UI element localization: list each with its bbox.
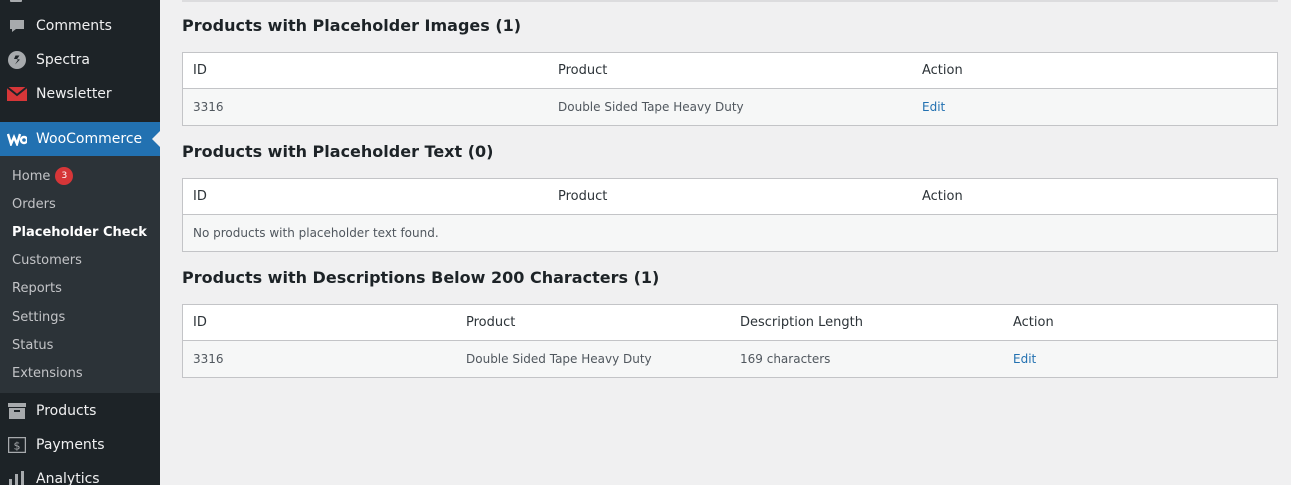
section-title-placeholder-images: Products with Placeholder Images (1) <box>182 16 522 35</box>
top-divider <box>182 0 1278 2</box>
menu-label-newsletter: Newsletter <box>36 86 112 102</box>
column-header-id: ID <box>193 189 207 204</box>
submenu-item-customers[interactable]: Customers <box>12 253 82 268</box>
menu-label-products: Products <box>36 403 97 419</box>
submenu-label-settings: Settings <box>12 310 66 325</box>
short-descriptions-table: ID Product Description Length Action 331… <box>182 304 1278 378</box>
menu-label-analytics: Analytics <box>36 471 100 485</box>
payment-card-icon: $ <box>7 435 27 455</box>
placeholder-text-table: ID Product Action No products with place… <box>182 178 1278 252</box>
submenu-label-status: Status <box>12 338 54 353</box>
submenu-item-orders[interactable]: Orders <box>12 197 56 212</box>
cell-product: Double Sided Tape Heavy Duty <box>558 100 744 114</box>
empty-state-message: No products with placeholder text found. <box>193 226 439 240</box>
submenu-label-customers: Customers <box>12 253 82 268</box>
column-header-product: Product <box>466 315 516 330</box>
partial-menu-icon <box>10 0 22 2</box>
section-title-short-descriptions: Products with Descriptions Below 200 Cha… <box>182 268 660 287</box>
submenu-label-placeholder-check: Placeholder Check <box>12 225 147 240</box>
woocommerce-submenu: Home 3 Orders Placeholder Check Customer… <box>0 156 160 393</box>
table-row: 3316 Double Sided Tape Heavy Duty Edit <box>183 89 1277 125</box>
submenu-item-home[interactable]: Home 3 <box>12 167 74 185</box>
woocommerce-logo-icon <box>7 129 27 149</box>
menu-label-woocommerce: WooCommerce <box>36 131 143 147</box>
spectra-logo-icon <box>7 50 27 70</box>
menu-item-payments[interactable]: $ Payments <box>0 428 160 462</box>
admin-sidebar: Comments Spectra Newsletter WooCommerce … <box>0 0 160 485</box>
column-header-id: ID <box>193 315 207 330</box>
submenu-item-settings[interactable]: Settings <box>12 310 65 325</box>
column-header-product: Product <box>558 63 608 78</box>
menu-item-newsletter[interactable]: Newsletter <box>0 77 160 111</box>
menu-item-spectra[interactable]: Spectra <box>0 43 160 77</box>
menu-item-analytics[interactable]: Analytics <box>0 462 160 485</box>
svg-text:$: $ <box>14 440 21 453</box>
submenu-label-reports: Reports <box>12 281 62 296</box>
menu-label-comments: Comments <box>36 18 112 34</box>
column-header-action: Action <box>1013 315 1054 330</box>
cell-id: 3316 <box>193 352 224 366</box>
cell-product: Double Sided Tape Heavy Duty <box>466 352 652 366</box>
table-header: ID Product Description Length Action <box>183 305 1277 341</box>
submenu-item-status[interactable]: Status <box>12 338 53 353</box>
submenu-item-extensions[interactable]: Extensions <box>12 366 83 381</box>
envelope-icon <box>7 84 27 104</box>
menu-item-products[interactable]: Products <box>0 394 160 428</box>
edit-link-label[interactable]: Edit <box>1013 352 1036 366</box>
table-row-empty: No products with placeholder text found. <box>183 215 1277 251</box>
archive-box-icon <box>7 401 27 421</box>
menu-label-spectra: Spectra <box>36 52 90 68</box>
menu-item-woocommerce[interactable]: WooCommerce <box>0 122 160 156</box>
column-header-description-length: Description Length <box>740 315 864 330</box>
column-header-product: Product <box>558 189 608 204</box>
submenu-label-home: Home <box>12 168 51 184</box>
main-content: Products with Placeholder Images (1) ID … <box>160 0 1291 485</box>
column-header-action: Action <box>922 63 963 78</box>
submenu-label-extensions: Extensions <box>12 366 83 381</box>
edit-link[interactable]: Edit <box>922 89 945 125</box>
menu-label-payments: Payments <box>36 437 105 453</box>
cell-id: 3316 <box>193 100 224 114</box>
bar-chart-icon <box>7 469 27 485</box>
section-title-placeholder-text: Products with Placeholder Text (0) <box>182 142 494 161</box>
cell-description-length: 169 characters <box>740 352 831 366</box>
edit-link-label[interactable]: Edit <box>922 100 945 114</box>
column-header-id: ID <box>193 63 207 78</box>
edit-link[interactable]: Edit <box>1013 341 1036 377</box>
submenu-label-orders: Orders <box>12 197 56 212</box>
submenu-item-placeholder-check[interactable]: Placeholder Check <box>12 225 147 240</box>
column-header-action: Action <box>922 189 963 204</box>
table-header: ID Product Action <box>183 53 1277 89</box>
submenu-item-reports[interactable]: Reports <box>12 281 62 296</box>
notification-badge: 3 <box>55 167 74 185</box>
table-header: ID Product Action <box>183 179 1277 215</box>
table-row: 3316 Double Sided Tape Heavy Duty 169 ch… <box>183 341 1277 377</box>
menu-item-comments[interactable]: Comments <box>0 9 160 43</box>
placeholder-images-table: ID Product Action 3316 Double Sided Tape… <box>182 52 1278 126</box>
comment-bubble-icon <box>7 16 27 36</box>
